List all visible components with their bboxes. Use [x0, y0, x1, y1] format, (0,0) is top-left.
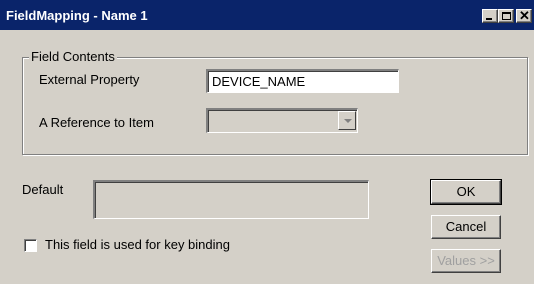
ok-button[interactable]: OK: [430, 179, 502, 205]
close-button[interactable]: ✕: [516, 8, 532, 23]
default-label: Default: [22, 182, 64, 197]
close-icon: ✕: [519, 8, 530, 23]
key-binding-checkbox[interactable]: [24, 239, 37, 252]
field-mapping-dialog: FieldMapping - Name 1 ✕ Field Contents E…: [0, 0, 534, 284]
title-bar[interactable]: FieldMapping - Name 1 ✕: [0, 0, 534, 30]
values-button[interactable]: Values >>: [431, 249, 501, 273]
reference-to-item-label: A Reference to Item: [39, 115, 154, 130]
minimize-icon: [486, 18, 492, 20]
default-input[interactable]: [93, 180, 369, 219]
window-title: FieldMapping - Name 1: [6, 8, 148, 23]
key-binding-label[interactable]: This field is used for key binding: [45, 237, 230, 252]
maximize-button[interactable]: [498, 9, 514, 23]
chevron-down-icon: [344, 119, 352, 123]
cancel-button[interactable]: Cancel: [431, 215, 501, 239]
maximize-icon: [502, 12, 511, 20]
dropdown-button[interactable]: [338, 111, 356, 130]
minimize-button[interactable]: [482, 9, 498, 23]
field-contents-group-label: Field Contents: [29, 49, 117, 64]
reference-to-item-select[interactable]: [206, 108, 358, 133]
external-property-label: External Property: [39, 72, 140, 87]
external-property-input[interactable]: DEVICE_NAME: [206, 69, 399, 93]
